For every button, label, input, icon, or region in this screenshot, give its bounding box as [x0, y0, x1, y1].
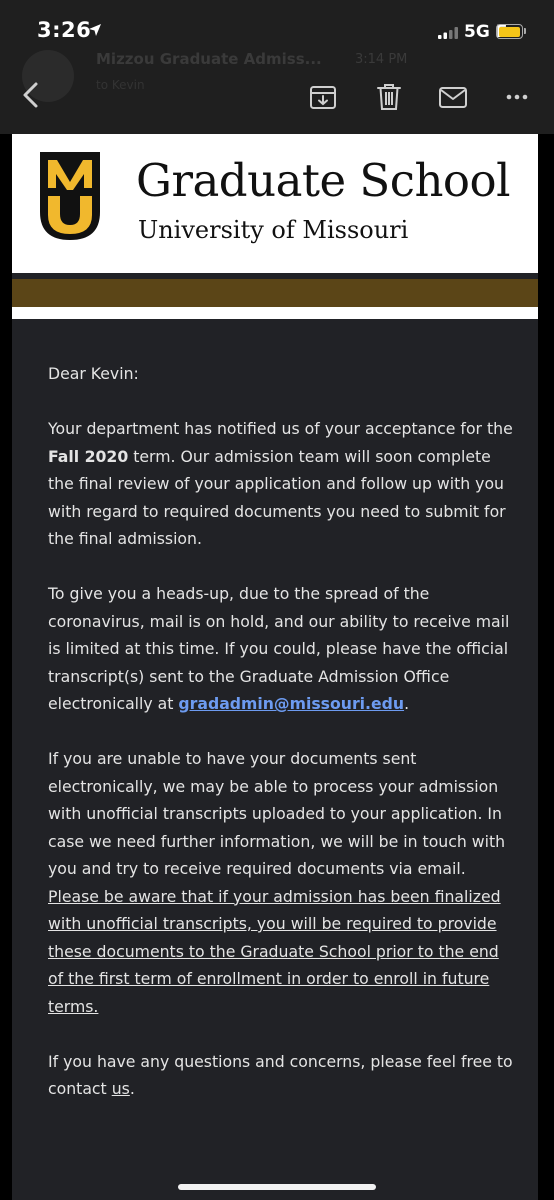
trash-icon[interactable]	[372, 80, 406, 114]
white-band	[12, 307, 538, 319]
term-name: Fall 2020	[48, 446, 129, 466]
recipient: to Kevin	[96, 78, 145, 92]
more-options-icon[interactable]	[500, 80, 534, 114]
school-name: Graduate School	[136, 154, 511, 207]
battery-cap	[524, 28, 526, 34]
email-toolbar: Mizzou Graduate Admiss... 3:14 PM to Kev…	[0, 50, 554, 134]
email-message: Graduate School University of Missouri D…	[12, 134, 538, 1200]
university-name: University of Missouri	[138, 216, 409, 244]
mark-unread-envelope-icon[interactable]	[436, 80, 470, 114]
paragraph-acceptance: Your department has notified us of your …	[48, 419, 513, 548]
email-link[interactable]: gradadmin@missouri.edu	[178, 694, 404, 713]
greeting: Dear Kevin:	[48, 364, 139, 383]
archive-icon[interactable]	[306, 80, 340, 114]
email-body: Dear Kevin: Your department has notified…	[48, 360, 518, 1130]
home-indicator[interactable]	[178, 1184, 376, 1190]
sender-name: Mizzou Graduate Admiss...	[96, 50, 322, 68]
signal-bars-icon	[438, 27, 458, 39]
paragraph-unofficial: If you are unable to have your documents…	[48, 749, 506, 1016]
contact-us-link[interactable]: us	[112, 1079, 130, 1098]
location-arrow-icon	[89, 24, 101, 36]
mu-logo-icon	[40, 152, 100, 240]
status-time: 3:26	[37, 18, 92, 42]
battery-icon	[496, 24, 523, 39]
gold-band	[12, 279, 538, 307]
paragraph-contact: If you have any questions and concerns, …	[48, 1051, 513, 1099]
paragraph-transcripts: To give you a heads-up, due to the sprea…	[48, 584, 510, 713]
email-header-banner: Graduate School University of Missouri	[12, 134, 538, 273]
back-chevron-icon[interactable]	[16, 78, 50, 112]
underlined-notice: Please be aware that if your admission h…	[48, 886, 501, 1016]
sent-time: 3:14 PM	[355, 52, 408, 67]
